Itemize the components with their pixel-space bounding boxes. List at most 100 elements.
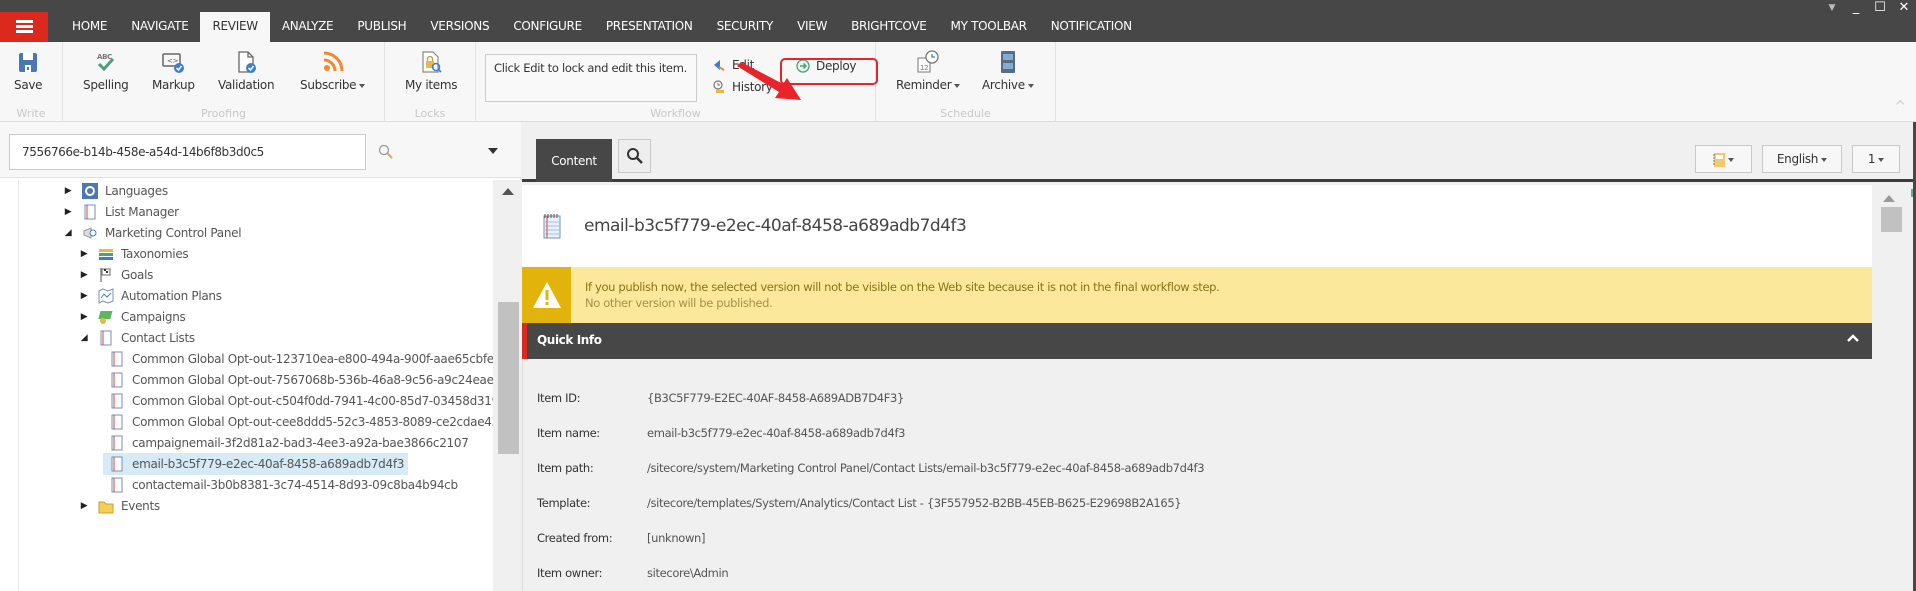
taxonomy-books-icon bbox=[99, 249, 113, 260]
notepad-icon bbox=[543, 214, 561, 239]
chevron-down-icon bbox=[1878, 157, 1885, 162]
save-button[interactable]: Save bbox=[14, 50, 43, 92]
list-icon bbox=[111, 435, 123, 451]
tree-scrollbar[interactable] bbox=[493, 180, 521, 591]
collapse-arrow-icon[interactable]: ◢ bbox=[79, 333, 89, 343]
tab-publish[interactable]: PUBLISH bbox=[345, 12, 418, 42]
tab-versions[interactable]: VERSIONS bbox=[418, 12, 501, 42]
tree-node[interactable]: ▶ Goals bbox=[79, 264, 153, 286]
tree-node[interactable]: Common Global Opt-out-123710ea-e800-494a… bbox=[109, 348, 493, 370]
tab-navigate[interactable]: NAVIGATE bbox=[119, 12, 200, 42]
group-label-workflow: Workflow bbox=[650, 107, 701, 120]
expand-arrow-icon[interactable]: ▶ bbox=[63, 186, 73, 196]
warning-submessage: No other version will be published. bbox=[585, 296, 773, 310]
tab-brightcove[interactable]: BRIGHTCOVE bbox=[839, 12, 938, 42]
my-items-button[interactable]: My items bbox=[405, 50, 458, 92]
expand-arrow-icon[interactable]: ▶ bbox=[63, 207, 73, 217]
chevron-down-icon bbox=[954, 83, 961, 88]
markup-button[interactable]: <> Markup bbox=[152, 50, 195, 92]
close-button[interactable]: ✕ bbox=[1892, 0, 1916, 18]
language-dropdown[interactable]: English bbox=[1762, 145, 1842, 173]
search-icon bbox=[627, 148, 643, 164]
content-scrollbar[interactable] bbox=[1872, 185, 1916, 591]
tab-configure[interactable]: CONFIGURE bbox=[501, 12, 594, 42]
warning-icon-box bbox=[522, 267, 571, 323]
svg-text:12: 12 bbox=[920, 64, 928, 72]
ribbon-group-schedule: 12 Reminder Archive Schedule bbox=[876, 42, 1056, 122]
chevron-up-icon[interactable] bbox=[1846, 332, 1860, 344]
tab-view[interactable]: VIEW bbox=[785, 12, 839, 42]
quick-info-body: Item ID: {B3C5F779-E2EC-40AF-8458-A689ADB… bbox=[522, 359, 1872, 591]
tree-node[interactable]: ◢ Contact Lists bbox=[79, 327, 195, 349]
expand-arrow-icon[interactable]: ▶ bbox=[79, 270, 89, 280]
tree-node-label: Common Global Opt-out-cee8ddd5-52c3-4853… bbox=[132, 415, 493, 429]
scrollbar-thumb[interactable] bbox=[498, 302, 519, 454]
tab-review[interactable]: REVIEW bbox=[200, 12, 270, 42]
tab-content[interactable]: Content bbox=[536, 139, 612, 182]
chevron-down-icon bbox=[1821, 157, 1828, 162]
hamburger-menu-button[interactable] bbox=[0, 12, 48, 42]
quick-info-row: Created from: [unknown] bbox=[537, 531, 705, 545]
subscribe-label: Subscribe bbox=[300, 78, 357, 92]
markup-label: Markup bbox=[152, 78, 195, 92]
chevron-down-icon bbox=[1728, 157, 1734, 162]
tree-node[interactable]: Common Global Opt-out-c504f0dd-7941-4c00… bbox=[109, 390, 493, 412]
tree-node[interactable]: contactemail-3b0b8381-3c74-4514-8d93-09c… bbox=[109, 474, 458, 496]
tab-my-toolbar[interactable]: MY TOOLBAR bbox=[939, 12, 1039, 42]
minimize-button[interactable]: _ bbox=[1844, 0, 1868, 18]
tree-node[interactable]: Common Global Opt-out-7567068b-536b-46a8… bbox=[109, 369, 493, 391]
expand-arrow-icon[interactable]: ▶ bbox=[79, 501, 89, 511]
expand-arrow-icon[interactable]: ▶ bbox=[79, 249, 89, 259]
expand-arrow-icon[interactable]: ▶ bbox=[79, 312, 89, 322]
expand-arrow-icon[interactable]: ▶ bbox=[79, 291, 89, 301]
scrollbar-thumb[interactable] bbox=[1881, 207, 1902, 232]
annotation-arrow-icon bbox=[737, 62, 801, 100]
tree-node[interactable]: Common Global Opt-out-cee8ddd5-52c3-4853… bbox=[109, 411, 493, 433]
quick-info-key: Item owner: bbox=[537, 566, 603, 580]
workflow-warning-banner: If you publish now, the selected version… bbox=[522, 267, 1872, 323]
tree-node[interactable]: ▶ List Manager bbox=[63, 201, 179, 223]
item-title: email-b3c5f779-e2ec-40af-8458-a689adb7d4… bbox=[584, 216, 967, 236]
editor-tab-bar: Content English 1 bbox=[522, 122, 1916, 182]
ribbon-collapse-icon[interactable]: ^ bbox=[1894, 99, 1906, 115]
quick-info-value: /sitecore/system/Marketing Control Panel… bbox=[647, 461, 1205, 475]
search-icon[interactable] bbox=[378, 144, 394, 160]
archive-button[interactable]: Archive bbox=[982, 50, 1034, 92]
tab-security[interactable]: SECURITY bbox=[705, 12, 786, 42]
tab-presentation[interactable]: PRESENTATION bbox=[594, 12, 705, 42]
search-tab-button[interactable] bbox=[618, 139, 651, 173]
tree-node[interactable]: campaignemail-3f2d81a2-bad3-4ee3-a92a-ba… bbox=[109, 432, 469, 454]
scroll-up-arrow-icon[interactable] bbox=[502, 188, 514, 195]
search-dropdown-caret-icon[interactable] bbox=[488, 148, 498, 154]
reminder-button[interactable]: 12 Reminder bbox=[896, 50, 961, 92]
tree-node-selected[interactable]: email-b3c5f779-e2ec-40af-8458-a689adb7d4… bbox=[103, 453, 409, 475]
tree-node[interactable]: ▶ Languages bbox=[63, 180, 168, 202]
tree-node[interactable]: ◢ Marketing Control Panel bbox=[63, 222, 242, 244]
ribbon-group-write: Save Write bbox=[0, 42, 63, 122]
save-label: Save bbox=[14, 78, 43, 92]
maximize-button[interactable]: ☐ bbox=[1868, 0, 1892, 18]
spelling-button[interactable]: ABC Spelling bbox=[83, 50, 129, 92]
tree-node[interactable]: ▶ Campaigns bbox=[79, 306, 186, 328]
tree-search-input[interactable] bbox=[9, 134, 366, 170]
version-dropdown[interactable]: 1 bbox=[1852, 145, 1900, 173]
tree-node-label: Events bbox=[121, 499, 160, 513]
ribbon-tabs: HOME NAVIGATE REVIEW ANALYZE PUBLISH VER… bbox=[60, 12, 1144, 42]
tab-analyze[interactable]: ANALYZE bbox=[270, 12, 346, 42]
quick-info-row: Item name: email-b3c5f779-e2ec-40af-8458-… bbox=[537, 426, 905, 440]
tab-notification[interactable]: NOTIFICATION bbox=[1039, 12, 1144, 42]
validation-button[interactable]: Validation bbox=[218, 50, 275, 92]
tree-node[interactable]: ▶ Automation Plans bbox=[79, 285, 222, 307]
window-dropdown-button[interactable]: ▼ bbox=[1820, 0, 1844, 18]
tree-node[interactable]: ▶ Taxonomies bbox=[79, 243, 189, 265]
scroll-up-arrow-icon[interactable] bbox=[1883, 195, 1895, 202]
notebook-icon bbox=[1713, 152, 1725, 167]
tab-home[interactable]: HOME bbox=[60, 12, 119, 42]
notebook-dropdown-button[interactable] bbox=[1695, 145, 1752, 173]
goal-flag-icon bbox=[100, 268, 111, 282]
tree-node[interactable]: ▶ Events bbox=[79, 495, 160, 517]
quick-info-header[interactable]: Quick Info bbox=[522, 323, 1872, 359]
subscribe-button[interactable]: Subscribe bbox=[300, 50, 366, 92]
quick-info-title: Quick Info bbox=[537, 333, 602, 347]
collapse-arrow-icon[interactable]: ◢ bbox=[63, 228, 73, 238]
